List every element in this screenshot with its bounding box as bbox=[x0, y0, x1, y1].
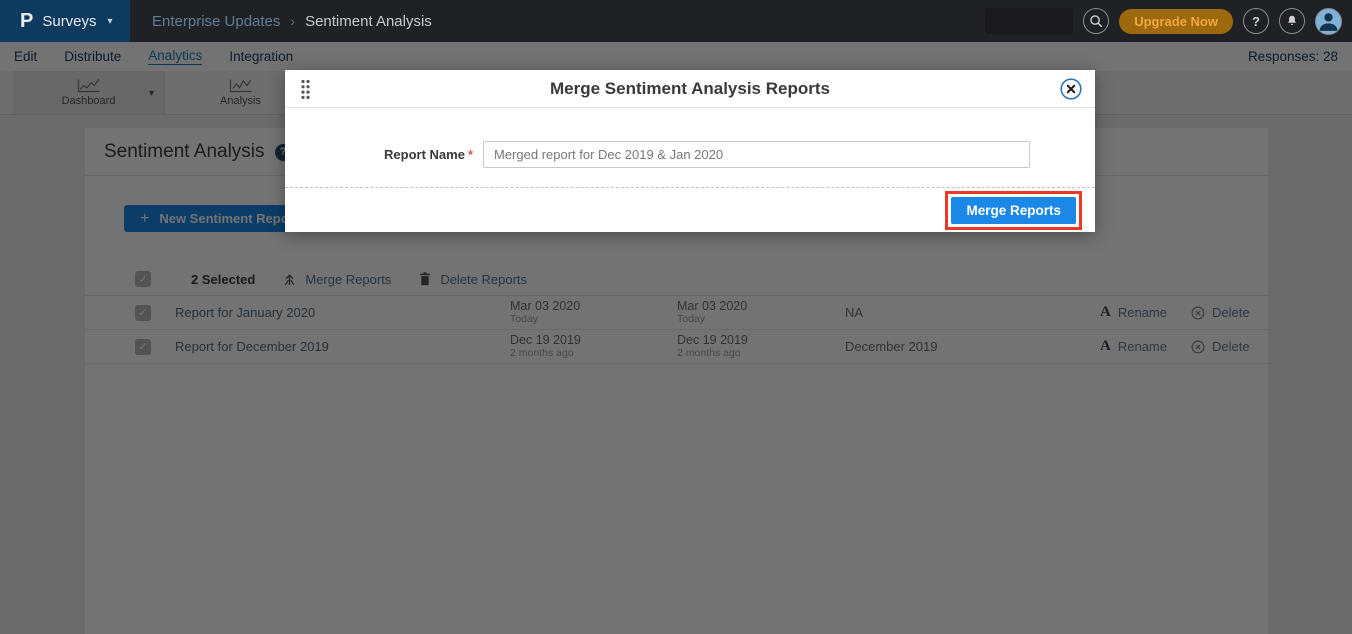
close-icon[interactable] bbox=[1060, 78, 1082, 105]
surveys-product-menu[interactable]: P Surveys ▾ bbox=[0, 0, 130, 42]
report-name-label: Report Name* bbox=[305, 147, 473, 162]
merge-reports-modal: Merge Sentiment Analysis Reports Report … bbox=[285, 70, 1095, 232]
breadcrumb-current: Sentiment Analysis bbox=[305, 13, 432, 30]
surveys-label: Surveys bbox=[42, 13, 96, 30]
top-bar: P Surveys ▾ Enterprise Updates › Sentime… bbox=[0, 0, 1352, 42]
search-icon[interactable] bbox=[1083, 8, 1109, 34]
merge-reports-button[interactable]: Merge Reports bbox=[951, 197, 1076, 224]
drag-handle-icon[interactable] bbox=[301, 79, 310, 105]
notifications-bell-icon[interactable] bbox=[1279, 8, 1305, 34]
search-field[interactable] bbox=[985, 8, 1073, 34]
chevron-down-icon: ▾ bbox=[108, 16, 113, 27]
questionpro-logo: P bbox=[20, 10, 33, 33]
avatar[interactable] bbox=[1315, 8, 1342, 35]
breadcrumb-parent[interactable]: Enterprise Updates bbox=[152, 13, 280, 30]
modal-footer: Merge Reports bbox=[285, 187, 1095, 232]
upgrade-now-button[interactable]: Upgrade Now bbox=[1119, 9, 1233, 34]
topbar-actions: Upgrade Now ? bbox=[985, 8, 1352, 35]
annotation-highlight-box: Merge Reports bbox=[945, 191, 1082, 230]
screen: P Surveys ▾ Enterprise Updates › Sentime… bbox=[0, 0, 1352, 634]
modal-header: Merge Sentiment Analysis Reports bbox=[285, 70, 1095, 108]
report-name-input[interactable] bbox=[483, 141, 1030, 168]
breadcrumb: Enterprise Updates › Sentiment Analysis bbox=[152, 13, 432, 30]
help-icon[interactable]: ? bbox=[1243, 8, 1269, 34]
modal-body: Report Name* bbox=[285, 108, 1095, 187]
modal-title: Merge Sentiment Analysis Reports bbox=[550, 79, 830, 99]
breadcrumb-separator: › bbox=[290, 13, 295, 29]
required-marker: * bbox=[468, 147, 473, 162]
